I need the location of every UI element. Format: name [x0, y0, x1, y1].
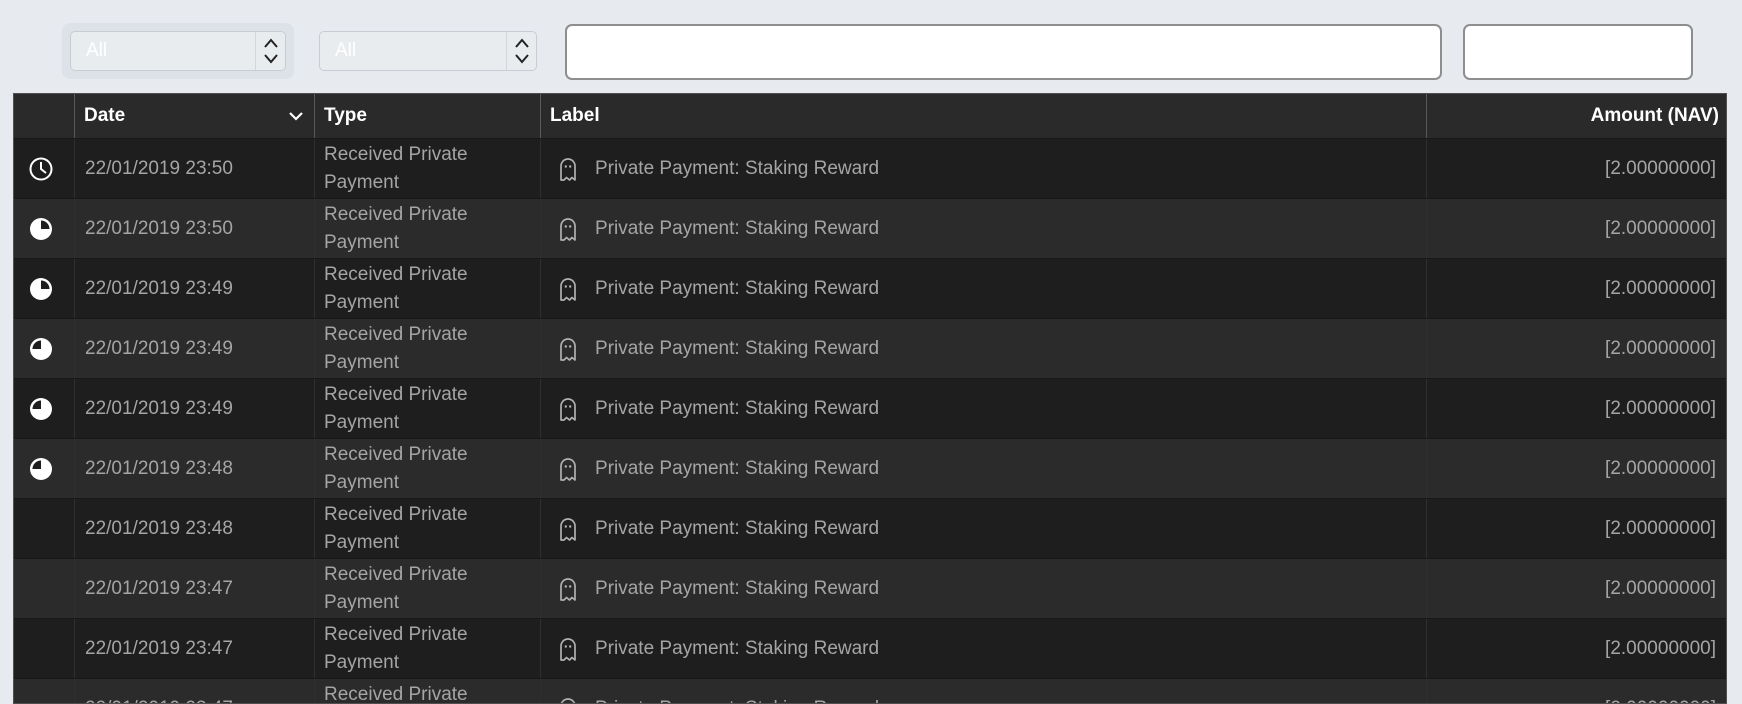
label-text: Private Payment: Staking Reward [595, 158, 880, 179]
status-cell [14, 199, 75, 259]
header-status[interactable] [14, 94, 75, 138]
table-row[interactable]: 22/01/2019 23:48 Received Private Payment… [14, 438, 1726, 499]
amount-cell: [2.00000000] [1605, 458, 1716, 479]
date-cell: 22/01/2019 23:48 [75, 439, 315, 499]
amount-cell: [2.00000000] [1605, 218, 1716, 239]
label-text: Private Payment: Staking Reward [595, 518, 880, 539]
label-cell: Private Payment: Staking Reward [541, 199, 1427, 259]
table-row[interactable]: 22/01/2019 23:47 Received Private Payment… [14, 618, 1726, 679]
table-row[interactable]: 22/01/2019 23:47Received Private Private … [14, 678, 1726, 703]
label-cell: Private Payment: Staking Reward [541, 619, 1427, 679]
type-cell: Received Private Payment [315, 259, 541, 319]
label-cell: Private Payment: Staking Reward [541, 319, 1427, 379]
type-cell: Received Private Payment [315, 319, 541, 379]
label-search-input[interactable] [565, 24, 1442, 80]
status-cell [14, 559, 75, 619]
type-filter-wrap: All [62, 23, 294, 79]
amount-cell: [2.00000000] [1605, 278, 1716, 299]
type-filter-value: All [86, 40, 108, 61]
label-text: Private Payment: Staking Reward [595, 578, 880, 599]
status-cell [14, 259, 75, 319]
amount-cell: [2.00000000] [1605, 338, 1716, 359]
table-header: Date Type Label Amount (NAV) [14, 94, 1726, 138]
status-cell [14, 499, 75, 559]
status-cell [14, 619, 75, 679]
table-row[interactable]: 22/01/2019 23:49 Received Private Payment… [14, 258, 1726, 319]
date-cell: 22/01/2019 23:47 [75, 679, 315, 703]
header-date-label: Date [84, 105, 126, 126]
label-cell: Private Payment: Staking Reward [541, 379, 1427, 439]
amount-cell: [2.00000000] [1605, 518, 1716, 539]
label-text: Private Payment: Staking Reward [595, 338, 880, 359]
date-cell: 22/01/2019 23:49 [75, 379, 315, 439]
type-cell: Received Private Payment [315, 499, 541, 559]
transaction-table: Date Type Label Amount (NAV) 22/01/2019 … [13, 93, 1727, 704]
date-cell: 22/01/2019 23:47 [75, 559, 315, 619]
status-cell [14, 439, 75, 499]
type-cell: Received Private Payment [315, 439, 541, 499]
amount-cell: [2.00000000] [1427, 679, 1726, 703]
type-cell: Received Private Payment [315, 559, 541, 619]
type-cell: Received Private [315, 679, 541, 703]
date-cell: 22/01/2019 23:48 [75, 499, 315, 559]
date-filter-select[interactable]: All [319, 31, 537, 71]
date-cell: 22/01/2019 23:50 [75, 199, 315, 259]
label-cell: Private Payment: Staking Reward [541, 559, 1427, 619]
label-text: Private Payment: Staking Reward [595, 698, 879, 703]
amount-cell: [2.00000000] [1605, 638, 1716, 659]
type-cell: Received Private Payment [315, 139, 541, 199]
amount-cell: [2.00000000] [1605, 578, 1716, 599]
amount-cell: [2.00000000] [1605, 158, 1716, 179]
date-cell: 22/01/2019 23:49 [75, 259, 315, 319]
type-filter-select[interactable]: All [70, 31, 286, 71]
type-cell: Received Private Payment [315, 199, 541, 259]
table-row[interactable]: 22/01/2019 23:49 Received Private Payment… [14, 318, 1726, 379]
up-down-arrows-icon[interactable] [506, 32, 536, 70]
table-row[interactable]: 22/01/2019 23:47 Received Private Payment… [14, 558, 1726, 619]
label-cell: Private Payment: Staking Reward [541, 439, 1427, 499]
date-filter-wrap: All [319, 31, 537, 71]
table-row[interactable]: 22/01/2019 23:49 Received Private Payment… [14, 378, 1726, 439]
label-cell: Private Payment: Staking Reward [541, 499, 1427, 559]
header-amount[interactable]: Amount (NAV) [1427, 94, 1726, 138]
min-amount-input[interactable] [1463, 24, 1693, 80]
status-cell [14, 379, 75, 439]
header-date[interactable]: Date [75, 94, 315, 138]
header-label[interactable]: Label [541, 94, 1427, 138]
header-type[interactable]: Type [315, 94, 541, 138]
label-text: Private Payment: Staking Reward [595, 278, 880, 299]
status-cell [14, 139, 75, 199]
up-down-arrows-icon[interactable] [255, 32, 285, 70]
filter-bar: All All [0, 0, 1742, 92]
date-cell: 22/01/2019 23:49 [75, 319, 315, 379]
status-cell [14, 679, 75, 703]
table-row[interactable]: 22/01/2019 23:50 Received Private Payment… [14, 138, 1726, 199]
amount-cell: [2.00000000] [1605, 398, 1716, 419]
label-cell: Private Payment: Staking Reward [541, 679, 1427, 703]
type-cell: Received Private Payment [315, 619, 541, 679]
label-text: Private Payment: Staking Reward [595, 638, 880, 659]
label-cell: Private Payment: Staking Reward [541, 139, 1427, 199]
label-text: Private Payment: Staking Reward [595, 218, 880, 239]
date-filter-value: All [335, 40, 357, 61]
label-text: Private Payment: Staking Reward [595, 398, 880, 419]
date-cell: 22/01/2019 23:47 [75, 619, 315, 679]
status-cell [14, 319, 75, 379]
table-row[interactable]: 22/01/2019 23:50 Received Private Payment… [14, 198, 1726, 259]
label-text: Private Payment: Staking Reward [595, 458, 880, 479]
table-row[interactable]: 22/01/2019 23:48 Received Private Payment… [14, 498, 1726, 559]
label-cell: Private Payment: Staking Reward [541, 259, 1427, 319]
date-cell: 22/01/2019 23:50 [75, 139, 315, 199]
type-cell: Received Private Payment [315, 379, 541, 439]
chevron-down-icon [289, 112, 303, 121]
